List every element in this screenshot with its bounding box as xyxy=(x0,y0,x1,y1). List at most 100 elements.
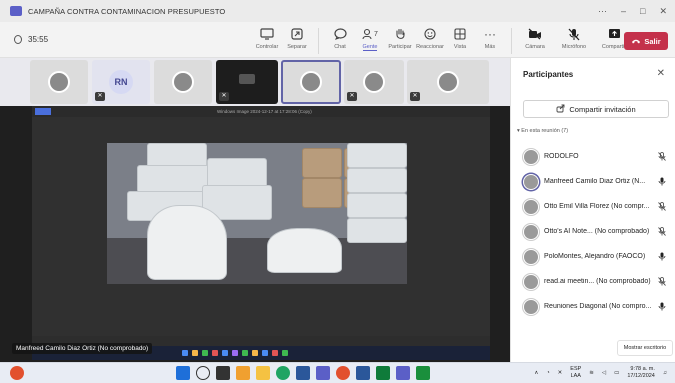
control-button[interactable]: Controlar xyxy=(252,26,282,54)
view-icon xyxy=(452,26,468,42)
show-desktop-button[interactable]: Mostrar escritorio xyxy=(617,340,673,356)
avatar xyxy=(523,198,539,215)
file-explorer-icon[interactable] xyxy=(256,366,270,380)
participant-row[interactable]: PoloMontes, Alejandro (FAOCO) xyxy=(511,244,675,269)
warehouse-photo xyxy=(107,143,407,284)
chrome-icon[interactable] xyxy=(336,366,350,380)
window-title: CAMPAÑA CONTRA CONTAMINACION PRESUPUESTO xyxy=(28,6,226,16)
more-button[interactable]: ··· Más xyxy=(475,26,505,54)
outlook-icon[interactable] xyxy=(296,366,310,380)
camera-button[interactable]: Cámara xyxy=(518,26,552,54)
mic-off-icon: ✕ xyxy=(219,92,229,101)
in-meeting-section-toggle[interactable]: ▾ En esta reunión (7) xyxy=(517,128,568,134)
tray-chevron-icon[interactable]: ∧ xyxy=(534,370,538,376)
phone-hangup-icon xyxy=(631,37,641,46)
language-indicator[interactable]: ESP LAA xyxy=(570,366,581,380)
mic-on-icon xyxy=(658,302,666,313)
avatar xyxy=(523,298,539,315)
participant-row[interactable]: Otto Emil Villa Florez (No compr... xyxy=(511,194,675,219)
avatar xyxy=(523,173,539,190)
battery-icon[interactable]: ▭ xyxy=(614,370,619,376)
people-count: 7 xyxy=(374,30,378,38)
mic-off-icon xyxy=(658,277,666,288)
participant-row[interactable]: Otto's AI Note... (No comprobado) xyxy=(511,219,675,244)
video-tile[interactable]: ✕ xyxy=(344,60,404,104)
microphone-button[interactable]: Micrófono xyxy=(552,26,596,54)
more-icon: ··· xyxy=(484,27,496,41)
close-panel-icon[interactable]: ✕ xyxy=(657,68,665,79)
teams-icon[interactable] xyxy=(396,366,410,380)
participant-row[interactable]: RODOLFO xyxy=(511,144,675,169)
video-tile[interactable]: RN ✕ xyxy=(92,60,150,104)
tray-app-icon[interactable]: ◔ xyxy=(546,370,549,376)
video-tile[interactable]: ✕ xyxy=(216,60,278,104)
window-more-button[interactable]: ··· xyxy=(598,6,607,16)
whatsapp-icon[interactable] xyxy=(416,366,430,380)
task-view-icon[interactable] xyxy=(216,366,230,380)
raise-hand-button[interactable]: Participar xyxy=(385,26,415,54)
excel-icon[interactable] xyxy=(376,366,390,380)
video-tile[interactable] xyxy=(281,60,341,104)
avatar xyxy=(523,223,539,240)
share-icon xyxy=(606,26,622,42)
people-button[interactable]: 7 Gente xyxy=(355,26,385,54)
video-tile[interactable]: ✕ xyxy=(407,60,489,104)
avatar xyxy=(300,71,322,93)
mic-off-icon xyxy=(658,227,666,238)
presenter-name-label: Manfreed Camilo Diaz Ortiz (No comprobad… xyxy=(12,343,153,354)
video-tile[interactable] xyxy=(30,60,88,104)
react-button[interactable]: Reaccionar xyxy=(415,26,445,54)
avatar xyxy=(523,248,539,265)
chat-button[interactable]: Chat xyxy=(325,26,355,54)
control-icon xyxy=(259,26,275,42)
share-link-icon xyxy=(556,104,565,115)
view-button[interactable]: Vista xyxy=(445,26,475,54)
participant-video-strip: RN ✕ ✕ ✕ ✕ xyxy=(0,58,510,106)
avatar xyxy=(363,71,385,93)
meeting-toolbar: 35:55 Controlar Separar Chat 7 Gente Par… xyxy=(0,22,675,58)
start-icon[interactable] xyxy=(176,366,190,380)
participant-row[interactable]: Reuniones Diagonal (No compro... xyxy=(511,294,675,319)
panel-title: Participantes xyxy=(523,70,574,79)
notification-bell-icon[interactable]: ♫ xyxy=(663,370,667,376)
popout-button[interactable]: Separar xyxy=(282,26,312,54)
minimize-button[interactable]: – xyxy=(621,6,626,16)
edge-icon[interactable] xyxy=(276,366,290,380)
clock[interactable]: 9:78 a. m. 17/12/2024 xyxy=(627,366,655,380)
participants-panel: Participantes ✕ Compartir invitación ▾ E… xyxy=(510,58,675,362)
wifi-icon[interactable]: ≋ xyxy=(589,370,594,376)
volume-icon[interactable]: ◁ xyxy=(602,370,606,376)
mic-off-icon: ✕ xyxy=(410,92,420,101)
mic-off-icon xyxy=(658,202,666,213)
avatar xyxy=(523,148,539,165)
participant-list: RODOLFO Manfreed Camilo Diaz Ortiz (N...… xyxy=(511,144,675,319)
react-icon xyxy=(422,26,438,42)
shared-window-titlebar: Windows Image 2024-12-17 at 17:28:06 (Co… xyxy=(32,106,490,117)
people-icon: 7 xyxy=(359,26,381,42)
raise-hand-icon xyxy=(392,26,408,42)
word-icon[interactable] xyxy=(356,366,370,380)
search-icon[interactable] xyxy=(196,366,210,380)
close-window-button[interactable]: ✕ xyxy=(659,6,667,17)
participant-row[interactable]: read.ai meetin... (No comprobado) xyxy=(511,269,675,294)
tray-app-icon[interactable]: ✕ xyxy=(558,370,563,376)
popout-icon xyxy=(289,26,305,42)
widgets-icon[interactable] xyxy=(236,366,250,380)
share-invite-button[interactable]: Compartir invitación xyxy=(523,100,669,118)
app-icon[interactable] xyxy=(316,366,330,380)
chat-icon xyxy=(332,26,348,42)
participant-row[interactable]: Manfreed Camilo Diaz Ortiz (N... xyxy=(511,169,675,194)
weather-widget-icon[interactable] xyxy=(10,366,24,380)
logo-icon xyxy=(239,74,255,84)
elapsed-time: 35:55 xyxy=(28,35,49,44)
avatar xyxy=(172,71,194,93)
avatar xyxy=(523,273,539,290)
teams-app-icon xyxy=(10,6,22,16)
leave-button[interactable]: Salir xyxy=(624,32,668,50)
mic-off-icon: ✕ xyxy=(347,92,357,101)
maximize-button[interactable]: □ xyxy=(640,6,645,16)
video-tile[interactable] xyxy=(154,60,212,104)
shared-window-caption: Windows Image 2024-12-17 at 17:28:06 (Co… xyxy=(217,109,312,114)
mic-on-icon xyxy=(658,252,666,263)
mic-off-icon xyxy=(658,152,666,163)
